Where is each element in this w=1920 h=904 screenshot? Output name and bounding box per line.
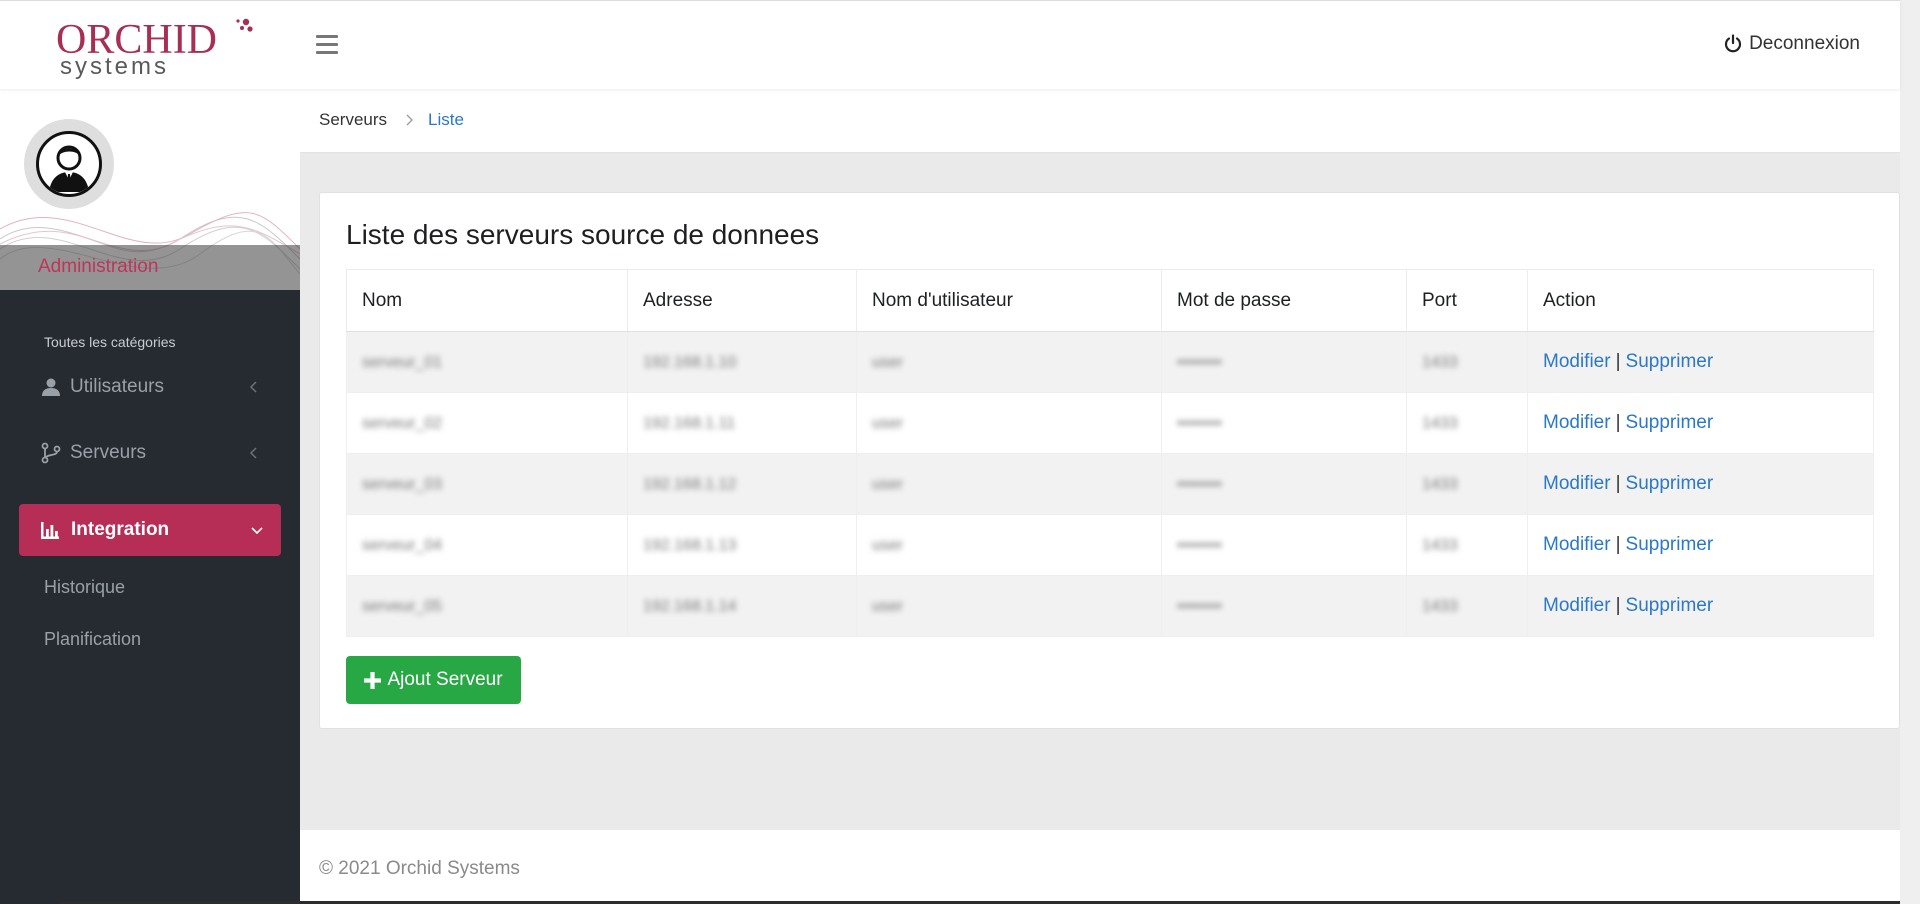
table-row: serveur_04 192.168.1.13 user •••••••• 14… <box>346 514 1874 576</box>
column-header-nom-utilisateur: Nom d'utilisateur <box>856 269 1162 332</box>
delete-link[interactable]: Supprimer <box>1626 351 1714 372</box>
sidebar-item-label: Utilisateurs <box>70 376 164 397</box>
orchid-logo[interactable]: ORCHID systems <box>56 13 256 83</box>
edit-link[interactable]: Modifier <box>1543 351 1611 372</box>
action-separator: | <box>1615 595 1621 616</box>
edit-link[interactable]: Modifier <box>1543 534 1611 555</box>
breadcrumb: Serveurs Liste <box>300 89 1900 153</box>
cell-nom: serveur_03 <box>362 476 443 493</box>
column-header-port: Port <box>1406 269 1528 332</box>
cell-user: user <box>872 354 904 371</box>
cell-adresse: 192.168.1.12 <box>643 476 737 493</box>
delete-link[interactable]: Supprimer <box>1626 595 1714 616</box>
cell-pass: •••••••• <box>1177 415 1222 432</box>
profile-panel: Administration <box>0 89 300 290</box>
sidebar-item-label: Integration <box>71 519 170 540</box>
sidebar-item-serveurs[interactable]: Serveurs <box>0 426 300 480</box>
cell-user: user <box>872 598 904 615</box>
chevron-right-icon <box>406 114 413 126</box>
avatar[interactable] <box>24 119 114 209</box>
cell-port: 1433 <box>1422 476 1458 493</box>
user-icon <box>42 378 60 396</box>
column-header-action: Action <box>1527 269 1874 332</box>
plus-icon <box>364 671 382 689</box>
cell-nom: serveur_02 <box>362 415 443 432</box>
cell-user: user <box>872 476 904 493</box>
page-title: Liste des serveurs source de donnees <box>346 219 820 250</box>
cell-nom: serveur_01 <box>362 354 443 371</box>
user-avatar-icon <box>49 145 89 192</box>
servers-table: Nom Adresse Nom d'utilisateur Mot de pas… <box>346 269 1874 637</box>
cell-user: user <box>872 415 904 432</box>
chevron-left-icon <box>249 447 257 459</box>
sidebar-item-integration[interactable]: Integration <box>19 504 281 556</box>
add-server-label: Ajout Serveur <box>387 669 503 690</box>
sidebar: Administration Toutes les catégories Uti… <box>0 89 300 904</box>
cell-user: user <box>872 537 904 554</box>
cell-pass: •••••••• <box>1177 598 1222 615</box>
cell-port: 1433 <box>1422 537 1458 554</box>
cell-adresse: 192.168.1.10 <box>643 354 737 371</box>
cell-pass: •••••••• <box>1177 476 1222 493</box>
table-row: serveur_01 192.168.1.10 user •••••••• 14… <box>346 331 1874 393</box>
table-row: serveur_02 192.168.1.11 user •••••••• 14… <box>346 392 1874 454</box>
bar-chart-icon <box>41 522 59 539</box>
copyright: © 2021 Orchid Systems <box>319 858 520 879</box>
user-role: Administration <box>38 256 159 277</box>
column-header-adresse: Adresse <box>627 269 857 332</box>
cell-port: 1433 <box>1422 354 1458 371</box>
cell-pass: •••••••• <box>1177 537 1222 554</box>
cell-adresse: 192.168.1.11 <box>643 415 736 432</box>
category-title: Toutes les catégories <box>44 334 176 350</box>
breadcrumb-liste: Liste <box>428 110 464 129</box>
top-header: ORCHID systems Deconnexion <box>0 0 1900 89</box>
branch-icon <box>41 442 61 464</box>
table-row: serveur_05 192.168.1.14 user •••••••• 14… <box>346 575 1874 637</box>
delete-link[interactable]: Supprimer <box>1626 473 1714 494</box>
action-separator: | <box>1615 412 1621 433</box>
action-separator: | <box>1615 351 1621 372</box>
power-icon <box>1724 34 1742 53</box>
menu-toggle-icon[interactable] <box>316 35 340 55</box>
cell-actions: Modifier | Supprimer <box>1527 392 1874 454</box>
logo-dots-icon <box>236 18 253 32</box>
column-header-nom: Nom <box>346 269 628 332</box>
table-header-row: Nom Adresse Nom d'utilisateur Mot de pas… <box>346 269 1874 332</box>
cell-adresse: 192.168.1.13 <box>643 537 737 554</box>
action-separator: | <box>1615 534 1621 555</box>
cell-pass: •••••••• <box>1177 354 1222 371</box>
logout-button[interactable]: Deconnexion <box>1723 33 1860 55</box>
sidebar-item-label: Serveurs <box>70 442 147 463</box>
subitem-planification[interactable]: Planification <box>44 629 141 650</box>
cell-nom: serveur_05 <box>362 598 443 615</box>
action-separator: | <box>1615 473 1621 494</box>
edit-link[interactable]: Modifier <box>1543 473 1611 494</box>
chevron-down-icon <box>251 527 263 535</box>
chevron-left-icon <box>249 381 257 393</box>
cell-port: 1433 <box>1422 415 1458 432</box>
cell-port: 1433 <box>1422 598 1458 615</box>
cell-actions: Modifier | Supprimer <box>1527 575 1874 637</box>
logo-subword: systems <box>60 53 170 80</box>
delete-link[interactable]: Supprimer <box>1626 412 1714 433</box>
server-list-card: Liste des serveurs source de donnees Nom… <box>319 192 1900 729</box>
scrollbar-track[interactable] <box>1900 0 1920 904</box>
cell-adresse: 192.168.1.14 <box>643 598 737 615</box>
edit-link[interactable]: Modifier <box>1543 595 1611 616</box>
breadcrumb-serveurs[interactable]: Serveurs <box>319 110 387 130</box>
cell-nom: serveur_04 <box>362 537 443 554</box>
table-row: serveur_03 192.168.1.12 user •••••••• 14… <box>346 453 1874 515</box>
delete-link[interactable]: Supprimer <box>1626 534 1714 555</box>
cell-actions: Modifier | Supprimer <box>1527 514 1874 576</box>
edit-link[interactable]: Modifier <box>1543 412 1611 433</box>
sidebar-item-utilisateurs[interactable]: Utilisateurs <box>0 360 300 414</box>
cell-actions: Modifier | Supprimer <box>1527 453 1874 515</box>
add-server-button[interactable]: Ajout Serveur <box>346 656 521 704</box>
subitem-historique[interactable]: Historique <box>44 577 125 598</box>
logout-label: Deconnexion <box>1749 33 1860 54</box>
footer: © 2021 Orchid Systems <box>300 830 1900 904</box>
cell-actions: Modifier | Supprimer <box>1527 331 1874 393</box>
column-header-mot-de-passe: Mot de passe <box>1161 269 1407 332</box>
